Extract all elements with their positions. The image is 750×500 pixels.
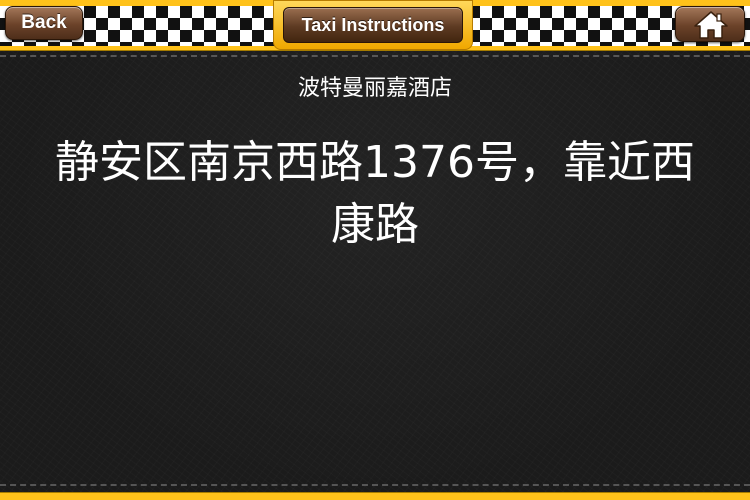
- stitch-line-bottom: [0, 484, 750, 486]
- home-button[interactable]: [675, 6, 745, 42]
- page-title: Taxi Instructions: [283, 7, 463, 43]
- hotel-name: 波特曼丽嘉酒店: [297, 76, 452, 101]
- stitch-line-top: [0, 55, 750, 57]
- hotel-address: 静安区南京西路1376号，靠近西康路: [55, 137, 695, 250]
- back-button[interactable]: Back: [5, 6, 83, 40]
- bottom-bar: [0, 492, 750, 500]
- taxi-instructions-screen: Back Taxi Instructions 波特曼丽嘉酒店 静安区南京西路13…: [0, 0, 750, 500]
- home-icon: [694, 11, 728, 39]
- title-plate: Taxi Instructions: [273, 0, 473, 50]
- top-bar: Back Taxi Instructions: [0, 0, 750, 51]
